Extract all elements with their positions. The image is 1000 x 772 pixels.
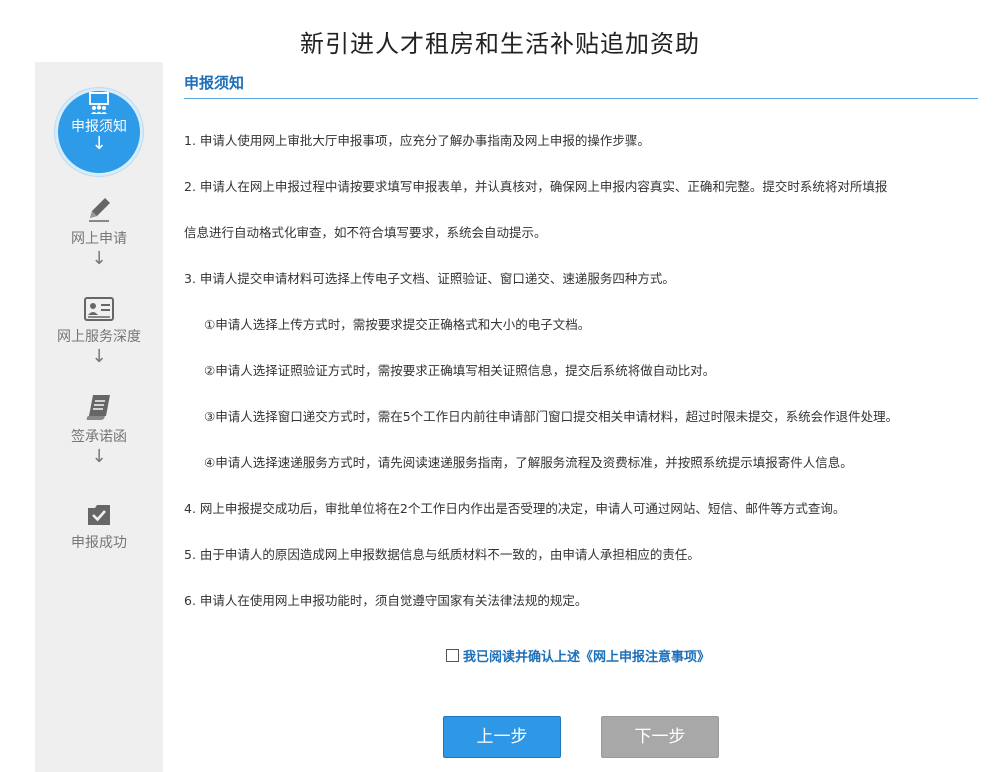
list-item: ②申请人选择证照验证方式时，需按要求正确填写相关证照信息，提交后系统将做自动比对… [204, 363, 716, 378]
list-item: 4. 网上申报提交成功后，审批单位将在2个工作日内作出是否受理的决定，申请人可通… [184, 501, 846, 516]
list-item: 1. 申请人使用网上审批大厅申报事项，应充分了解办事指南及网上申报的操作步骤。 [184, 133, 650, 148]
list-item: ④申请人选择速递服务方式时，请先阅读速递服务指南，了解服务流程及资费标准，并按照… [204, 455, 853, 470]
step-sidebar: 申报须知 ↓ 网上申请 ↓ 网上服务深度 ↓ 签承诺函 ↓ 申报成功 [35, 62, 163, 772]
step-arrow-icon: ↓ [91, 133, 107, 154]
id-card-icon [35, 296, 163, 322]
list-item: ③申请人选择窗口递交方式时，需在5个工作日内前往申请部门窗口提交相关申请材料，超… [204, 409, 899, 424]
checked-folder-icon [35, 500, 163, 528]
step-label: 网上服务深度 [57, 329, 141, 345]
list-item: 6. 申请人在使用网上申报功能时，须自觉遵守国家有关法律法规的规定。 [184, 593, 588, 608]
section-title: 申报须知 [184, 62, 978, 99]
list-item: 3. 申请人提交申请材料可选择上传电子文档、证照验证、窗口递交、速递服务四种方式… [184, 271, 675, 286]
step-commitment[interactable]: 签承诺函 ↓ [35, 392, 163, 466]
list-item: 信息进行自动格式化审查，如不符合填写要求，系统会自动提示。 [184, 225, 547, 240]
step-arrow-icon: ↓ [91, 446, 107, 467]
step-arrow-icon: ↓ [91, 248, 107, 269]
list-item: ①申请人选择上传方式时，需按要求提交正确格式和大小的电子文档。 [204, 317, 591, 332]
notice-list: 1. 申请人使用网上审批大厅申报事项，应充分了解办事指南及网上申报的操作步骤。 … [184, 133, 978, 639]
step-success[interactable]: 申报成功 [35, 500, 163, 552]
agree-label[interactable]: 我已阅读并确认上述《网上申报注意事项》 [463, 646, 710, 665]
agree-checkbox[interactable] [446, 649, 459, 662]
notice-panel: 申报须知 1. 申请人使用网上审批大厅申报事项，应充分了解办事指南及网上申报的操… [184, 62, 978, 639]
step-online-apply[interactable]: 网上申请 ↓ [35, 194, 163, 268]
presentation-icon [58, 91, 140, 115]
step-label: 签承诺函 [71, 429, 127, 445]
scroll-icon [35, 392, 163, 422]
step-service-depth[interactable]: 网上服务深度 ↓ [35, 296, 163, 366]
step-label: 网上申请 [71, 231, 127, 247]
step-arrow-icon: ↓ [91, 346, 107, 367]
pencil-icon [35, 194, 163, 224]
agree-checkbox-row[interactable]: 我已阅读并确认上述《网上申报注意事项》 [446, 646, 710, 665]
list-item: 5. 由于申请人的原因造成网上申报数据信息与纸质材料不一致的，由申请人承担相应的… [184, 547, 700, 562]
page-title: 新引进人才租房和生活补贴追加资助 [300, 30, 700, 58]
step-label: 申报成功 [71, 535, 127, 551]
list-item: 2. 申请人在网上申报过程中请按要求填写申报表单，并认真核对，确保网上申报内容真… [184, 179, 888, 194]
next-step-button[interactable]: 下一步 [601, 716, 719, 758]
prev-step-button[interactable]: 上一步 [443, 716, 561, 758]
step-notice[interactable]: 申报须知 ↓ [55, 88, 143, 176]
